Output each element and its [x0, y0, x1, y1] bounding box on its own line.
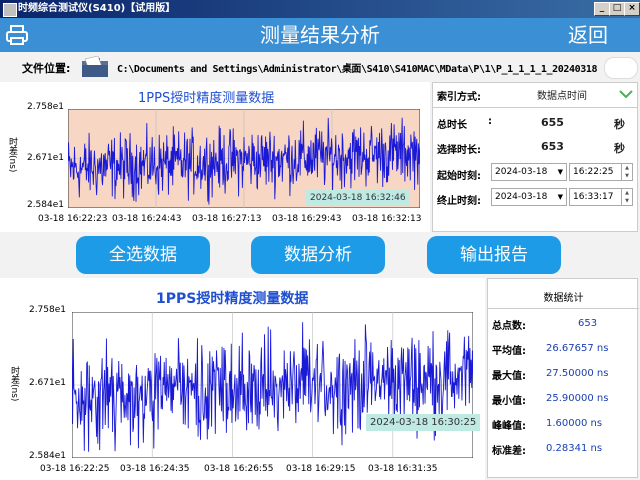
top-xtick-label: 03-18 16:32:13 [352, 214, 422, 224]
bottom-ytick-label: 2.758e1 [28, 305, 66, 315]
dropdown-arrow-icon: ▼ [557, 193, 563, 201]
stat-label: 标准差: [492, 446, 526, 457]
top-xtick-label: 03-18 16:22:23 [38, 214, 108, 224]
top-chart-panel: 1PPS授时精度测量数据 时差(ns) 2.758e1 2.671e1 2.58… [0, 82, 430, 232]
index-mode-value[interactable]: 数据点时间 [537, 87, 587, 102]
app-header: 测量结果分析 返回 [0, 18, 640, 52]
spinner-arrows-icon[interactable]: ▲ ▼ [621, 189, 632, 205]
start-time-spinner[interactable]: 16:22:25 ▲ ▼ [569, 163, 633, 181]
selected-duration-label: 选择时长: [437, 145, 481, 156]
stat-value: 653 [578, 318, 598, 329]
start-date-select[interactable]: 2024-03-18 ▼ [491, 163, 567, 181]
total-duration-unit: 秒 [614, 118, 625, 131]
stat-label: 总点数: [492, 321, 526, 332]
divider [433, 107, 637, 108]
top-xtick-label: 03-18 16:29:43 [272, 214, 342, 224]
start-time-label: 起始时刻: [437, 171, 481, 182]
bottom-ytick-label: 2.584e1 [28, 451, 66, 461]
index-mode-label: 索引方式: [437, 92, 481, 103]
stat-label: 平均值: [492, 346, 526, 357]
bottom-xtick-label: 03-18 16:26:55 [204, 464, 274, 474]
end-date-select[interactable]: 2024-03-18 ▼ [491, 188, 567, 206]
bottom-chart-ylabel: 时差(ns) [9, 366, 19, 402]
top-chart-ylabel: 时差(ns) [7, 137, 17, 173]
select-all-data-button[interactable]: 全选数据 [76, 236, 210, 274]
top-ytick-label: 2.584e1 [26, 200, 64, 210]
minimize-button[interactable]: _ [594, 2, 610, 16]
window-title: 时频综合测试仪(S410)【试用版】 [18, 3, 176, 14]
time-selection-panel: 索引方式: 数据点时间 总时长 : 655 秒 选择时长: 653 秒 起始时刻… [432, 82, 638, 232]
file-location-label: 文件位置: [22, 62, 71, 75]
dropdown-arrow-icon: ▼ [557, 168, 563, 176]
stat-value: 25.90000 ns [546, 393, 609, 404]
maximize-button[interactable]: □ [609, 2, 625, 16]
stat-value: 0.28341 ns [546, 443, 603, 454]
spinner-arrows-icon[interactable]: ▲ ▼ [621, 164, 632, 180]
bottom-chart-panel: 1PPS授时精度测量数据 时差(ns) 2.758e1 2.671e1 2.58… [0, 278, 485, 480]
divider [488, 308, 639, 309]
stat-label: 最大值: [492, 371, 526, 382]
analyze-data-button[interactable]: 数据分析 [251, 236, 385, 274]
stat-value: 27.50000 ns [546, 368, 609, 379]
file-path: C:\Documents and Settings\Administrator\… [117, 64, 598, 75]
top-ytick-label: 2.671e1 [26, 153, 64, 163]
close-button[interactable]: × [624, 2, 640, 16]
stat-label: 峰峰值: [492, 421, 526, 432]
bottom-xtick-label: 03-18 16:31:35 [368, 464, 438, 474]
bottom-chart-tooltip: 2024-03-18 16:30:25 [366, 414, 481, 431]
total-duration-colon: : [488, 116, 492, 127]
window-title-bar: 时频综合测试仪(S410)【试用版】 _ □ × [0, 0, 640, 18]
bottom-xtick-label: 03-18 16:29:15 [286, 464, 356, 474]
page-title: 测量结果分析 [260, 23, 380, 47]
total-duration-value: 655 [541, 116, 564, 129]
bottom-ytick-label: 2.671e1 [28, 378, 66, 388]
end-time-label: 终止时刻: [437, 196, 481, 207]
folder-icon[interactable] [80, 55, 110, 79]
selected-duration-unit: 秒 [614, 142, 625, 155]
bottom-xtick-label: 03-18 16:24:35 [120, 464, 190, 474]
bottom-chart-title: 1PPS授时精度测量数据 [156, 291, 309, 307]
statistics-title: 数据统计 [543, 293, 584, 304]
start-date-value: 2024-03-18 [495, 167, 548, 177]
end-date-value: 2024-03-18 [495, 192, 548, 202]
bottom-chart-plot[interactable] [72, 312, 473, 458]
chevron-down-icon[interactable] [619, 89, 633, 99]
end-time-spinner[interactable]: 16:33:17 ▲ ▼ [569, 188, 633, 206]
top-chart-title: 1PPS授时精度测量数据 [138, 91, 275, 106]
back-button[interactable]: 返回 [568, 22, 608, 48]
stat-label: 最小值: [492, 396, 526, 407]
export-report-button[interactable]: 输出报告 [427, 236, 561, 274]
file-location-row: 文件位置: C:\Documents and Settings\Administ… [0, 52, 640, 82]
toggle-switch[interactable] [604, 57, 638, 79]
bottom-xtick-label: 03-18 16:22:25 [40, 464, 110, 474]
selected-duration-value: 653 [541, 140, 564, 153]
statistics-panel: 数据统计 总点数: 653 平均值: 26.67657 ns 最大值: 27.5… [487, 278, 639, 478]
top-xtick-label: 03-18 16:27:13 [192, 214, 262, 224]
stat-value: 26.67657 ns [546, 343, 609, 354]
end-time-value: 16:33:17 [573, 192, 614, 202]
start-time-value: 16:22:25 [573, 167, 614, 177]
top-xtick-label: 03-18 16:24:43 [112, 214, 182, 224]
top-chart-tooltip: 2024-03-18 16:32:46 [306, 190, 410, 206]
total-duration-label: 总时长 [437, 120, 467, 131]
app-icon [3, 3, 17, 17]
stat-value: 1.60000 ns [546, 418, 603, 429]
top-ytick-label: 2.758e1 [26, 102, 64, 112]
